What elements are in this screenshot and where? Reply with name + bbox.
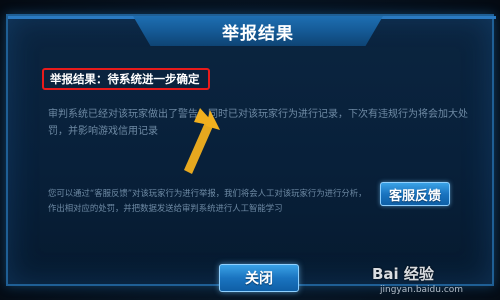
baidu-jingyan-watermark: Bai 经验 jingyan.baidu.com	[372, 263, 497, 299]
result-label: 举报结果：待系统进一步确定	[50, 72, 200, 86]
customer-service-info: 您可以通过“客服反馈”对该玩家行为进行举报，我们将会人工对该玩家行为进行分析，作…	[48, 188, 367, 213]
report-result-dialog: 举报结果 举报结果：待系统进一步确定 审判系统已经对该玩家做出了警告，同时已对该…	[6, 14, 496, 292]
result-highlight-box: 举报结果：待系统进一步确定	[42, 68, 210, 90]
customer-service-button[interactable]: 客服反馈	[380, 182, 450, 206]
dialog-title: 举报结果	[222, 23, 294, 44]
watermark-url: jingyan.baidu.com	[380, 285, 464, 295]
close-button[interactable]: 关闭	[219, 264, 299, 292]
result-description: 审判系统已经对该玩家做出了警告，同时已对该玩家行为进行记录，下次有违规行为将会加…	[48, 109, 468, 137]
yellow-arrow-icon	[184, 108, 220, 174]
close-button-label: 关闭	[245, 271, 273, 287]
watermark-logo: Bai 经验	[372, 265, 434, 283]
dialog-title-bar: 举报结果	[133, 16, 383, 46]
customer-service-button-label: 客服反馈	[388, 188, 441, 204]
screenshot-stage: 举报结果 举报结果：待系统进一步确定 审判系统已经对该玩家做出了警告，同时已对该…	[0, 0, 500, 300]
